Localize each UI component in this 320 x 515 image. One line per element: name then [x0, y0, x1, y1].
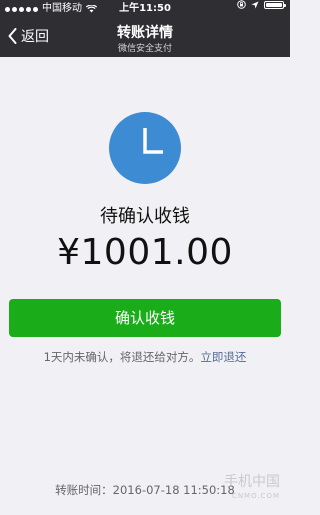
- transfer-status: 待确认收钱: [100, 206, 190, 227]
- watermark-logo: 手机中国 CNMO.COM: [224, 475, 280, 503]
- transfer-content: 待确认收钱 ¥1001.00 确认收钱 1天内未确认，将退还给对方。立即退还 转…: [0, 57, 290, 515]
- refund-now-link[interactable]: 立即退还: [200, 350, 246, 364]
- confirm-receive-button[interactable]: 确认收钱: [9, 299, 281, 337]
- transfer-time-label: 转账时间：: [55, 483, 113, 497]
- transfer-amount: ¥1001.00: [57, 232, 233, 273]
- clock-icon: [109, 112, 181, 184]
- battery-icon: [264, 0, 286, 9]
- nav-bar: 返回 转账详情 微信安全支付: [0, 18, 290, 57]
- refund-hint-text: 1天内未确认，将退还给对方。: [43, 350, 201, 364]
- page-subtitle: 微信安全支付: [117, 44, 172, 54]
- top-bar: 中国移动 上午11:50 返回 转账详情 微信安全支付: [0, 0, 290, 57]
- transfer-time-value: 2016-07-18 11:50:18: [112, 483, 235, 497]
- refund-hint: 1天内未确认，将退还给对方。立即退还: [0, 349, 290, 365]
- status-bar: 中国移动 上午11:50: [0, 0, 290, 18]
- orientation-lock-icon: [237, 0, 246, 9]
- watermark-sub: CNMO.COM: [231, 492, 280, 500]
- status-right: [237, 0, 286, 9]
- watermark-main: 手机中国: [224, 474, 280, 490]
- transfer-detail-screen: 中国移动 上午11:50 返回 转账详情 微信安全支付 待确认收钱 ¥1001.…: [0, 0, 290, 515]
- location-arrow-icon: [251, 1, 259, 8]
- page-title: 转账详情: [117, 25, 173, 41]
